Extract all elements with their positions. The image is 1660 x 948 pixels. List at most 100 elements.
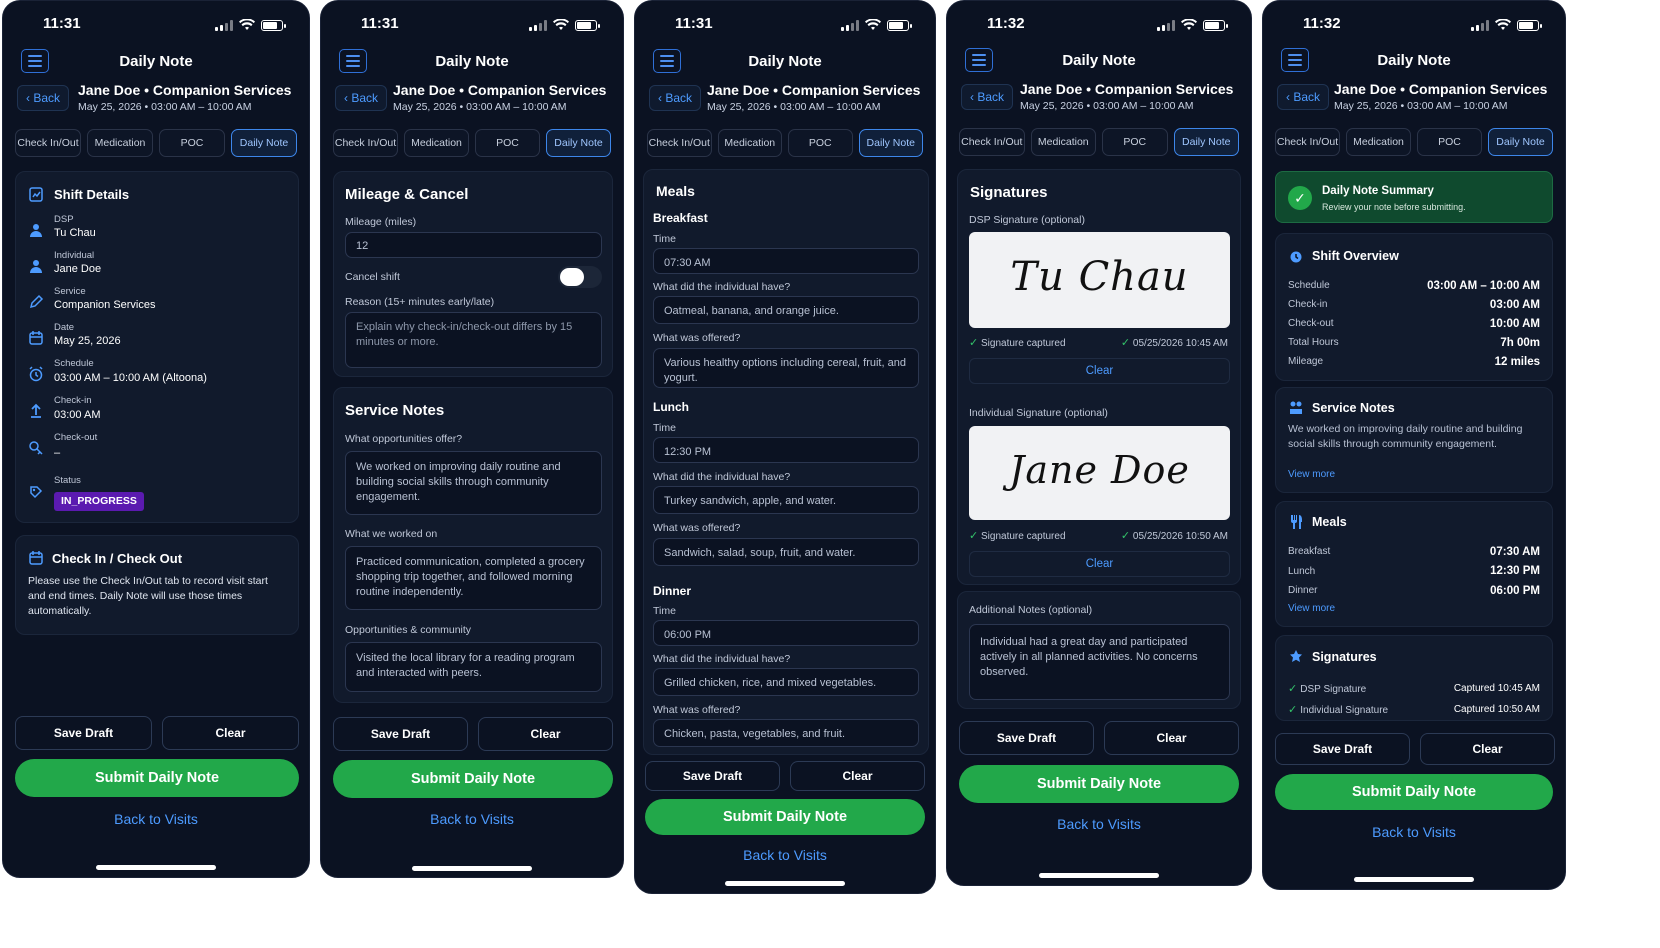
tab-medication[interactable]: Medication [717, 129, 782, 157]
dsp-signature-clear-button[interactable]: Clear [969, 358, 1230, 384]
clear-button[interactable]: Clear [162, 716, 299, 750]
mileage-input[interactable]: 12 [345, 232, 602, 258]
submit-daily-note-button[interactable]: Submit Daily Note [15, 759, 299, 797]
tab-check-in-out[interactable]: Check In/Out [15, 129, 81, 157]
submit-daily-note-button[interactable]: Submit Daily Note [645, 799, 925, 835]
signature-summary-row-key: DSP Signature [1300, 684, 1367, 695]
tab-poc[interactable]: POC [788, 129, 853, 157]
back-button[interactable]: ‹ Back [649, 85, 701, 111]
submit-daily-note-button[interactable]: Submit Daily Note [333, 760, 613, 798]
clear-button[interactable]: Clear [790, 761, 925, 791]
back-button[interactable]: ‹ Back [1277, 84, 1329, 110]
back-to-visits-link[interactable]: Back to Visits [947, 816, 1251, 832]
check-in-out-info-card: Check In / Check Out Please use the Chec… [15, 535, 299, 635]
back-button[interactable]: ‹ Back [961, 84, 1013, 110]
worked-on-textarea[interactable]: Practiced communication, completed a gro… [345, 546, 602, 610]
lunch-had-input[interactable]: Turkey sandwich, apple, and water. [653, 486, 919, 514]
tab-check-in-out[interactable]: Check In/Out [333, 129, 398, 157]
individual-signature-clear-button[interactable]: Clear [969, 551, 1230, 577]
tab-daily-note[interactable]: Daily Note [546, 129, 611, 157]
back-button[interactable]: ‹ Back [17, 85, 69, 111]
dsp-captured-timestamp: ✓ 05/25/2026 10:45 AM [1121, 336, 1228, 349]
tab-poc[interactable]: POC [159, 129, 225, 157]
tab-poc[interactable]: POC [475, 129, 540, 157]
meal-summary-row-key: Dinner [1288, 585, 1318, 597]
tab-check-in-out[interactable]: Check In/Out [647, 129, 712, 157]
save-draft-button[interactable]: Save Draft [15, 716, 152, 750]
save-draft-button[interactable]: Save Draft [1275, 733, 1410, 765]
opportunities-offer-textarea[interactable]: We worked on improving daily routine and… [345, 451, 602, 515]
summary-subtitle: Review your note before submitting. [1322, 202, 1466, 212]
tab-daily-note[interactable]: Daily Note [231, 129, 297, 157]
tab-poc[interactable]: POC [1102, 128, 1168, 156]
status-bar: 11:31 [635, 15, 935, 35]
service-notes-view-more-link[interactable]: View more [1288, 469, 1335, 480]
signature-summary-row-label: ✓ Individual Signature [1288, 703, 1388, 716]
individual-signature-pad[interactable]: Jane Doe [969, 426, 1230, 520]
opportunities-community-textarea[interactable]: Visited the local library for a reading … [345, 642, 602, 692]
back-to-visits-link[interactable]: Back to Visits [635, 847, 935, 863]
check-icon: ✓ [1288, 683, 1301, 695]
dinner-offered-input[interactable]: Chicken, pasta, vegetables, and fruit. [653, 719, 919, 747]
home-indicator [725, 881, 845, 886]
breakfast-time-input[interactable]: 07:30 AM [653, 248, 919, 274]
phone-screen-signatures: 11:32 Daily Note ‹ Back Jane Doe • Compa… [946, 0, 1252, 886]
home-indicator [1039, 873, 1159, 878]
cancel-shift-toggle[interactable] [558, 266, 602, 288]
tab-medication[interactable]: Medication [87, 129, 153, 157]
clear-button[interactable]: Clear [1420, 733, 1555, 765]
tab-daily-note[interactable]: Daily Note [1173, 128, 1239, 156]
breakfast-offered-input[interactable]: Various healthy options including cereal… [653, 348, 919, 388]
dinner-time-input[interactable]: 06:00 PM [653, 620, 919, 646]
back-to-visits-link[interactable]: Back to Visits [3, 811, 309, 827]
check-in-out-title: Check In / Check Out [52, 551, 183, 566]
lunch-offered-input[interactable]: Sandwich, salad, soup, fruit, and water. [653, 538, 919, 566]
back-to-visits-link[interactable]: Back to Visits [321, 811, 623, 827]
additional-notes-textarea[interactable]: Individual had a great day and participa… [969, 624, 1230, 700]
page-title: Daily Note [1062, 52, 1136, 69]
mileage-cancel-title: Mileage & Cancel [345, 186, 469, 203]
dsp-signature-label: DSP Signature (optional) [969, 214, 1085, 226]
draft-actions: Save Draft Clear [645, 761, 925, 791]
tab-check-in-out[interactable]: Check In/Out [959, 128, 1025, 156]
dinner-had-input[interactable]: Grilled chicken, rice, and mixed vegetab… [653, 668, 919, 696]
wifi-icon [553, 19, 569, 30]
check-icon: ✓ [969, 337, 979, 349]
clear-button[interactable]: Clear [1104, 721, 1239, 755]
clear-button[interactable]: Clear [478, 717, 613, 751]
check-icon: ✓ [1120, 337, 1131, 349]
breakfast-had-input[interactable]: Oatmeal, banana, and orange juice. [653, 296, 919, 324]
save-draft-button[interactable]: Save Draft [333, 717, 468, 751]
submit-daily-note-button[interactable]: Submit Daily Note [1275, 774, 1553, 810]
tab-medication[interactable]: Medication [1030, 128, 1096, 156]
overview-row-key: Check-in [1288, 299, 1328, 310]
lunch-time-label: Time [653, 422, 676, 434]
back-to-visits-link[interactable]: Back to Visits [1263, 824, 1565, 840]
meals-view-more-link[interactable]: View more [1288, 603, 1335, 614]
wifi-icon [1495, 19, 1511, 30]
tab-daily-note[interactable]: Daily Note [1488, 128, 1553, 156]
tab-bar: Check In/Out Medication POC Daily Note [1275, 128, 1553, 156]
tab-check-in-out[interactable]: Check In/Out [1275, 128, 1340, 156]
service-notes-summary-title: Service Notes [1312, 401, 1395, 415]
battery-icon [887, 19, 912, 31]
signature-summary-row: ✓ Individual Signature Captured 10:50 AM [1288, 699, 1540, 720]
tab-poc[interactable]: POC [1417, 128, 1482, 156]
tab-medication[interactable]: Medication [404, 129, 469, 157]
tab-medication[interactable]: Medication [1346, 128, 1411, 156]
page-title: Daily Note [119, 53, 193, 70]
meal-summary-row-value: 06:00 PM [1490, 584, 1540, 597]
phone-screen-meals: 11:31 Daily Note ‹ Back Jane Doe • Compa… [634, 0, 936, 894]
person-icon [30, 260, 42, 273]
dsp-signature-pad[interactable]: Tu Chau [969, 232, 1230, 328]
tab-daily-note[interactable]: Daily Note [858, 129, 923, 157]
save-draft-button[interactable]: Save Draft [645, 761, 780, 791]
reason-textarea[interactable]: Explain why check-in/check-out differs b… [345, 312, 602, 368]
captured-text: Signature captured [981, 338, 1066, 349]
back-button[interactable]: ‹ Back [335, 85, 387, 111]
save-draft-button[interactable]: Save Draft [959, 721, 1094, 755]
lunch-time-input[interactable]: 12:30 PM [653, 437, 919, 463]
page-title: Daily Note [748, 53, 822, 70]
submit-daily-note-button[interactable]: Submit Daily Note [959, 765, 1239, 803]
signature-icon [1290, 650, 1302, 662]
